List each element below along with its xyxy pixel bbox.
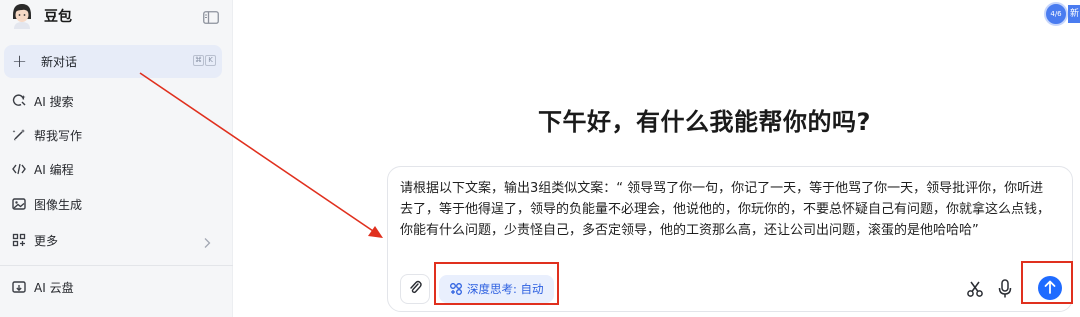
annotation-box-deep-think <box>434 262 559 305</box>
new-chat-label: 新对话 <box>41 55 78 69</box>
sidebar-item-label: 图像生成 <box>34 197 83 212</box>
sidebar: 豆包 + 新对话 ⌘ K AI 搜索 帮我写作 AI 编程 图像生成 更多 AI… <box>0 0 233 317</box>
sidebar-item-image-gen[interactable]: 图像生成 <box>12 195 82 213</box>
pen-icon <box>12 128 26 142</box>
badge-count: 4/6 <box>1044 2 1068 26</box>
cloud-drive-icon <box>12 280 26 294</box>
sidebar-item-ai-search[interactable]: AI 搜索 <box>12 92 74 110</box>
sidebar-item-cloud-drive[interactable]: AI 云盘 <box>12 278 74 296</box>
attach-button[interactable] <box>400 274 430 304</box>
chevron-right-icon[interactable] <box>202 234 212 248</box>
scissors-icon[interactable] <box>966 280 984 298</box>
k-key: K <box>205 55 216 66</box>
shortcut-hint: ⌘ K <box>193 55 216 66</box>
grid-icon <box>12 233 26 247</box>
microphone-icon[interactable] <box>998 279 1012 299</box>
sidebar-item-label: 更多 <box>34 233 59 248</box>
avatar <box>10 3 34 29</box>
sidebar-item-label: AI 搜索 <box>34 94 74 109</box>
sidebar-item-label: AI 云盘 <box>34 280 74 295</box>
prompt-input[interactable]: 请根据以下文案，输出3组类似文案：“ 领导骂了你一句，你记了一天，等于他骂了你一… <box>400 178 1050 241</box>
sidebar-item-label: AI 编程 <box>34 162 74 177</box>
plus-icon: + <box>12 50 28 72</box>
image-icon <box>12 197 26 211</box>
badge-tail: 新 <box>1068 5 1080 23</box>
paperclip-icon <box>408 279 422 299</box>
brand-name: 豆包 <box>44 9 72 25</box>
sidebar-toggle-icon[interactable] <box>203 9 219 24</box>
sidebar-item-writing[interactable]: 帮我写作 <box>12 126 82 144</box>
sidebar-divider <box>0 265 233 266</box>
version-badge[interactable]: 4/6 新 <box>1044 2 1080 26</box>
new-chat-button[interactable]: + 新对话 ⌘ K <box>4 45 222 78</box>
sidebar-item-label: 帮我写作 <box>34 128 83 143</box>
code-icon <box>12 162 26 176</box>
brand[interactable]: 豆包 <box>10 2 72 30</box>
greeting-heading: 下午好，有什么我能帮你的吗? <box>538 108 871 136</box>
sidebar-item-more[interactable]: 更多 <box>12 231 58 249</box>
sidebar-item-coding[interactable]: AI 编程 <box>12 160 74 178</box>
search-spark-icon <box>12 94 26 108</box>
command-key: ⌘ <box>193 55 204 66</box>
annotation-box-send <box>1021 261 1073 304</box>
